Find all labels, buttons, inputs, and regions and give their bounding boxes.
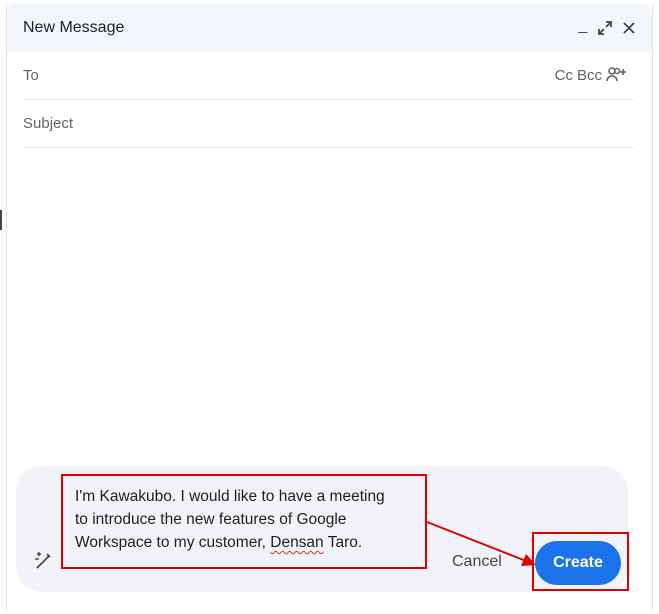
subject-field[interactable]: Subject	[23, 100, 634, 148]
to-field[interactable]: To Cc Bcc	[23, 52, 634, 100]
pen-sparkle-icon[interactable]	[32, 548, 56, 572]
expand-icon	[598, 21, 612, 35]
left-edge-mark	[0, 210, 2, 230]
cc-bcc-group: Cc Bcc	[555, 66, 628, 84]
minimize-button[interactable]: _	[573, 16, 593, 40]
expand-button[interactable]	[595, 16, 615, 40]
prompt-line-1: I'm Kawakubo. I would like to have a mee…	[75, 488, 385, 505]
prompt-line-2: to introduce the new features of Google	[75, 511, 347, 528]
prompt-input[interactable]: I'm Kawakubo. I would like to have a mee…	[61, 474, 427, 569]
close-icon	[623, 22, 635, 34]
to-label: To	[23, 67, 39, 84]
compose-header: New Message _	[7, 4, 652, 52]
prompt-line-3: Workspace to my customer, Densan Taro.	[75, 534, 363, 551]
subject-input[interactable]: Subject	[23, 115, 73, 132]
cc-link[interactable]: Cc	[555, 67, 573, 84]
cancel-button[interactable]: Cancel	[452, 553, 502, 571]
people-add-icon[interactable]	[606, 66, 628, 84]
create-button[interactable]: Create	[535, 541, 621, 585]
close-button[interactable]	[619, 16, 639, 40]
misspelled-word: Densan	[270, 534, 324, 551]
bcc-link[interactable]: Bcc	[577, 67, 602, 84]
minimize-icon: _	[578, 17, 588, 34]
compose-title: New Message	[23, 19, 125, 36]
